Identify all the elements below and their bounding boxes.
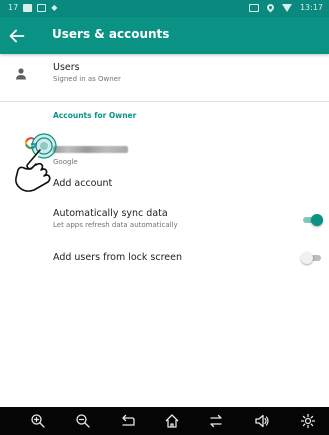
screen-cast-icon	[248, 3, 259, 12]
message-notification-icon	[37, 3, 47, 12]
recents-icon[interactable]	[208, 413, 224, 429]
clock: 13:17	[299, 3, 323, 12]
location-icon	[265, 2, 276, 13]
auto-sync-toggle[interactable]	[301, 213, 323, 227]
navigation-bar	[0, 407, 329, 435]
app-bar: Users & accounts	[0, 17, 329, 54]
users-subtitle: Signed in as Owner	[53, 75, 121, 83]
lock-screen-users-row[interactable]: Add users from lock screen	[0, 252, 329, 268]
back-arrow-icon[interactable]	[6, 25, 28, 47]
toggle-thumb	[301, 252, 313, 264]
status-bar: 17 ◆ 13:17	[0, 0, 329, 17]
account-email-redacted	[53, 146, 128, 153]
lock-screen-users-toggle[interactable]	[301, 251, 323, 265]
auto-sync-subtitle: Let apps refresh data automatically	[53, 221, 178, 229]
code-notification-icon: ◆	[51, 3, 58, 12]
users-title: Users	[53, 62, 80, 73]
volume-icon[interactable]	[254, 413, 270, 429]
users-row[interactable]: Users Signed in as Owner	[0, 60, 329, 92]
account-type: Google	[53, 158, 78, 166]
wifi-icon	[281, 3, 292, 12]
auto-sync-row[interactable]: Automatically sync data Let apps refresh…	[0, 206, 329, 236]
auto-sync-title: Automatically sync data	[53, 208, 168, 219]
page-title: Users & accounts	[52, 27, 170, 41]
lock-screen-users-title: Add users from lock screen	[53, 252, 183, 263]
status-left-text: 17	[8, 3, 19, 12]
zoom-in-icon[interactable]	[30, 413, 46, 429]
zoom-out-icon[interactable]	[75, 413, 91, 429]
image-notification-icon	[23, 3, 33, 12]
back-icon[interactable]	[120, 413, 136, 429]
settings-icon[interactable]	[300, 413, 316, 429]
toggle-thumb	[311, 214, 323, 226]
google-account-row[interactable]: Google	[0, 128, 329, 166]
section-header-accounts: Accounts for Owner	[53, 111, 137, 120]
google-icon	[25, 137, 37, 150]
divider	[0, 101, 329, 102]
add-account-button[interactable]: Add account	[53, 178, 112, 189]
person-icon	[16, 68, 26, 80]
home-icon[interactable]	[164, 413, 180, 429]
